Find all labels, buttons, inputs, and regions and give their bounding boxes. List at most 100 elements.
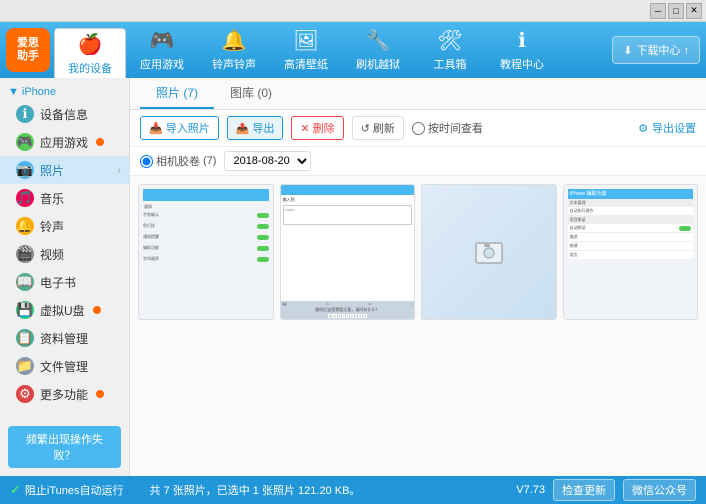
wechat-btn[interactable]: 微信公众号 bbox=[623, 479, 696, 501]
content-area: 照片 (7) 图库 (0) 📥 导入照片 📤 导出 ✕ 删除 ↺ 刷新 bbox=[130, 78, 706, 476]
chevron-down-icon: ▼ bbox=[8, 86, 19, 98]
maximize-btn[interactable]: □ bbox=[668, 3, 684, 19]
toolbar: 📥 导入照片 📤 导出 ✕ 删除 ↺ 刷新 按时间查看 ⚙ 导出设置 bbox=[130, 110, 706, 147]
sidebar-ebooks-label: 电子书 bbox=[40, 274, 76, 291]
sidebar-more-label: 更多功能 bbox=[40, 386, 88, 403]
sidebar-item-virtual-u[interactable]: 💾 虚拟U盘 bbox=[0, 296, 129, 324]
filter-bar: 相机胶卷 (7) 2018-08-20 bbox=[130, 147, 706, 176]
tab-albums[interactable]: 图库 (0) bbox=[214, 78, 288, 109]
window-controls: ─ □ ✕ bbox=[650, 3, 702, 19]
ringtones-icon: 🔔 bbox=[16, 217, 34, 235]
tools-nav-icon: 🛠 bbox=[437, 28, 462, 53]
nav-my-device[interactable]: 🍎 我的设备 bbox=[54, 28, 126, 78]
app-games-nav-icon: 🎮 bbox=[150, 28, 175, 53]
sidebar-app-games-label: 应用游戏 bbox=[40, 134, 88, 151]
data-mgr-icon: 📋 bbox=[16, 329, 34, 347]
nav-tutorial[interactable]: ℹ 教程中心 bbox=[486, 22, 558, 78]
sidebar-item-music[interactable]: 🎵 音乐 bbox=[0, 184, 129, 212]
nav-items: 🍎 我的设备 🎮 应用游戏 🔔 铃声铃声 🖼 高清壁纸 🔧 刷机越狱 🛠 工具箱… bbox=[54, 22, 612, 78]
flash-nav-icon: 🔧 bbox=[366, 28, 391, 53]
check-icon: ✓ bbox=[10, 482, 21, 498]
main-layout: ▼ iPhone ℹ 设备信息 🎮 应用游戏 📷 照片 › 🎵 音乐 🔔 铃声 … bbox=[0, 78, 706, 476]
photos-grid: 通知 手势确认 免打扰 通知提醒 bbox=[130, 176, 706, 476]
nav-ringtones-label: 铃声铃声 bbox=[212, 56, 256, 72]
file-mgr-icon: 📁 bbox=[16, 357, 34, 375]
download-icon: ⬇ bbox=[623, 44, 632, 57]
ebooks-icon: 📖 bbox=[16, 273, 34, 291]
ringtones-nav-icon: 🔔 bbox=[222, 28, 247, 53]
sidebar-item-ringtones[interactable]: 🔔 铃声 bbox=[0, 212, 129, 240]
photo-thumb-4[interactable]: iPhone 辅助功能 文本管理 自动执行操作 语音朗读 自动朗读 描述 bbox=[563, 184, 699, 320]
troubleshoot-btn[interactable]: 频繁出现操作失败？ bbox=[8, 426, 121, 468]
delete-icon: ✕ bbox=[300, 122, 309, 135]
sidebar-data-mgr-label: 资料管理 bbox=[40, 330, 88, 347]
photos-icon: 📷 bbox=[16, 161, 34, 179]
photo-placeholder-3 bbox=[422, 185, 556, 319]
device-name: iPhone bbox=[22, 86, 56, 98]
delete-label: 删除 bbox=[313, 120, 335, 136]
photo-thumb-2[interactable]: 输入到 notes Aa ⊙ ⊚ ☆ 删除后这是需要注意，请问有什么？ bbox=[280, 184, 416, 320]
camera-roll-count: (7) bbox=[203, 155, 216, 167]
photo-thumb-1[interactable]: 通知 手势确认 免打扰 通知提醒 bbox=[138, 184, 274, 320]
check-update-btn[interactable]: 检查更新 bbox=[553, 479, 615, 501]
itunes-check[interactable]: ✓ 阻止iTunes自动运行 bbox=[10, 482, 124, 498]
nav-tools-label: 工具箱 bbox=[434, 56, 467, 72]
sidebar-item-data-mgr[interactable]: 📋 资料管理 bbox=[0, 324, 129, 352]
download-center-btn[interactable]: ⬇ 下载中心 ↑ bbox=[612, 36, 700, 64]
sidebar-ringtones-label: 铃声 bbox=[40, 218, 64, 235]
close-btn[interactable]: ✕ bbox=[686, 3, 702, 19]
export-label: 导出 bbox=[252, 120, 274, 136]
sidebar-photos-label: 照片 bbox=[40, 162, 64, 179]
settings-icon: ⚙ bbox=[638, 122, 648, 135]
app-games-badge bbox=[96, 138, 104, 146]
tab-bar: 照片 (7) 图库 (0) bbox=[130, 78, 706, 110]
sidebar-item-app-games[interactable]: 🎮 应用游戏 bbox=[0, 128, 129, 156]
import-icon: 📥 bbox=[149, 122, 163, 135]
camera-roll-radio[interactable]: 相机胶卷 (7) bbox=[140, 153, 216, 169]
nav-bar: 爱思助手 🍎 我的设备 🎮 应用游戏 🔔 铃声铃声 🖼 高清壁纸 🔧 刷机越狱 … bbox=[0, 22, 706, 78]
more-icon: ⚙ bbox=[16, 385, 34, 403]
download-label: 下载中心 ↑ bbox=[636, 42, 689, 58]
import-photos-btn[interactable]: 📥 导入照片 bbox=[140, 116, 219, 140]
nav-my-device-label: 我的设备 bbox=[68, 60, 112, 76]
virtual-u-icon: 💾 bbox=[16, 301, 34, 319]
sidebar-item-file-mgr[interactable]: 📁 文件管理 bbox=[0, 352, 129, 380]
delete-btn[interactable]: ✕ 删除 bbox=[291, 116, 343, 140]
stats-text: 共 7 张照片，已选中 1 张照片 121.20 KB。 bbox=[150, 482, 361, 498]
tab-photos[interactable]: 照片 (7) bbox=[140, 78, 214, 109]
nav-tools[interactable]: 🛠 工具箱 bbox=[414, 22, 486, 78]
export-settings-btn[interactable]: ⚙ 导出设置 bbox=[638, 120, 696, 136]
version-text: V7.73 bbox=[516, 484, 545, 496]
sidebar-item-more[interactable]: ⚙ 更多功能 bbox=[0, 380, 129, 408]
export-settings-label: 导出设置 bbox=[652, 120, 696, 136]
photos-arrow-icon: › bbox=[118, 165, 121, 176]
by-time-radio[interactable]: 按时间查看 bbox=[412, 120, 483, 136]
sidebar-music-label: 音乐 bbox=[40, 190, 64, 207]
app-games-icon: 🎮 bbox=[16, 133, 34, 151]
date-select[interactable]: 2018-08-20 bbox=[224, 151, 311, 171]
nav-app-games[interactable]: 🎮 应用游戏 bbox=[126, 22, 198, 78]
refresh-btn[interactable]: ↺ 刷新 bbox=[352, 116, 404, 140]
refresh-label: 刷新 bbox=[373, 120, 395, 136]
nav-flash-tool[interactable]: 🔧 刷机越狱 bbox=[342, 22, 414, 78]
sidebar-item-device-info[interactable]: ℹ 设备信息 bbox=[0, 100, 129, 128]
sidebar: ▼ iPhone ℹ 设备信息 🎮 应用游戏 📷 照片 › 🎵 音乐 🔔 铃声 … bbox=[0, 78, 130, 476]
status-bar: ✓ 阻止iTunes自动运行 共 7 张照片，已选中 1 张照片 121.20 … bbox=[0, 476, 706, 504]
minimize-btn[interactable]: ─ bbox=[650, 3, 666, 19]
sidebar-item-ebooks[interactable]: 📖 电子书 bbox=[0, 268, 129, 296]
status-right: V7.73 检查更新 微信公众号 bbox=[516, 479, 696, 501]
nav-ringtones[interactable]: 🔔 铃声铃声 bbox=[198, 22, 270, 78]
sidebar-item-videos[interactable]: 🎬 视频 bbox=[0, 240, 129, 268]
logo-text: 爱思助手 bbox=[17, 37, 39, 63]
export-icon: 📤 bbox=[236, 122, 250, 135]
music-icon: 🎵 bbox=[16, 189, 34, 207]
photo-thumb-3[interactable] bbox=[421, 184, 557, 320]
wallpaper-nav-icon: 🖼 bbox=[293, 28, 318, 53]
export-btn[interactable]: 📤 导出 bbox=[227, 116, 284, 140]
nav-wallpaper[interactable]: 🖼 高清壁纸 bbox=[270, 22, 342, 78]
sidebar-videos-label: 视频 bbox=[40, 246, 64, 263]
nav-wallpaper-label: 高清壁纸 bbox=[284, 56, 328, 72]
sidebar-virtual-u-label: 虚拟U盘 bbox=[40, 302, 85, 319]
sidebar-item-photos[interactable]: 📷 照片 › bbox=[0, 156, 129, 184]
nav-tutorial-label: 教程中心 bbox=[500, 56, 544, 72]
